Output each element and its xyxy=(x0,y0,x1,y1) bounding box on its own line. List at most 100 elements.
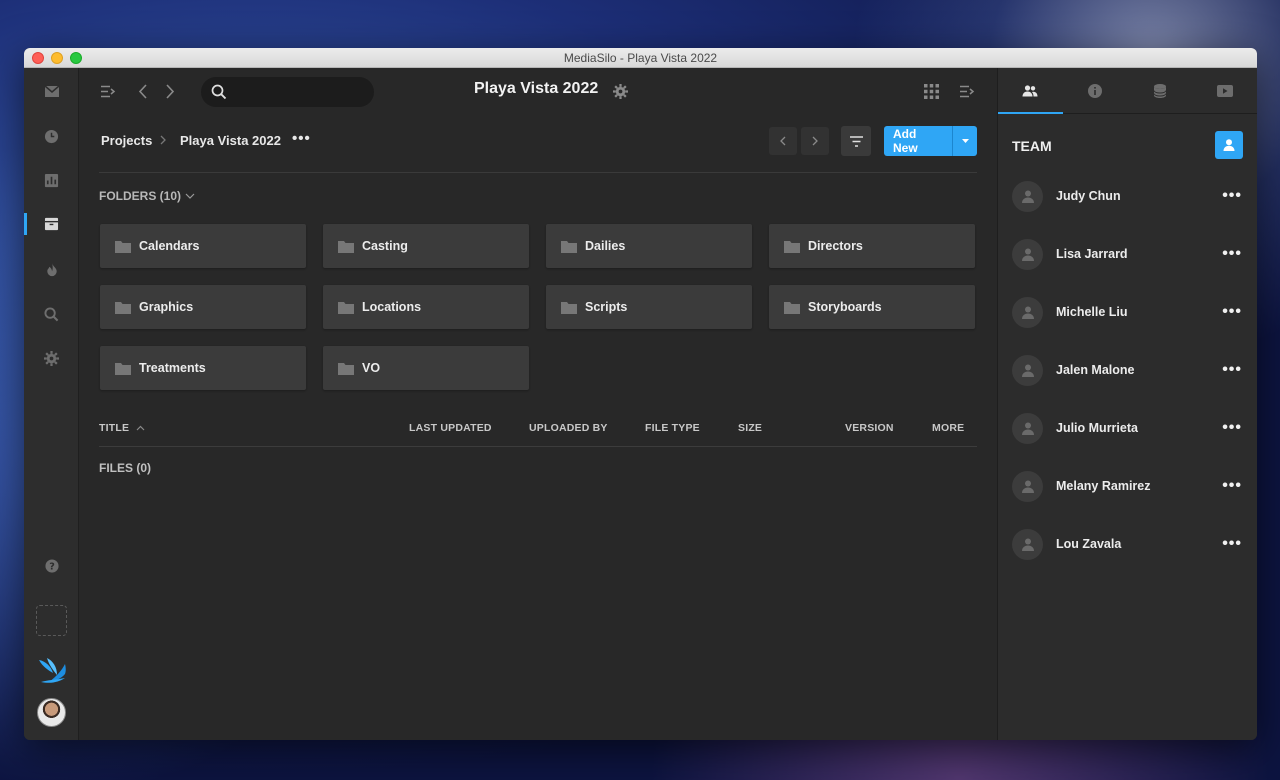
user-icon xyxy=(1021,364,1034,377)
info-icon xyxy=(1088,83,1103,98)
member-more-button[interactable]: ••• xyxy=(1222,477,1242,495)
add-team-member-button[interactable] xyxy=(1215,131,1243,159)
rail-trending[interactable] xyxy=(24,254,79,284)
chevron-right-icon xyxy=(160,135,166,145)
close-window-button[interactable] xyxy=(32,52,44,64)
member-more-button[interactable]: ••• xyxy=(1222,303,1242,321)
flame-icon xyxy=(46,262,57,276)
mail-icon xyxy=(44,84,59,97)
team-member[interactable]: Lou Zavala ••• xyxy=(1012,527,1242,561)
rail-settings[interactable] xyxy=(24,343,79,373)
folders-toggle[interactable]: FOLDERS (10) xyxy=(99,189,195,203)
project-more-button[interactable]: ••• xyxy=(292,130,311,147)
user-icon xyxy=(1021,538,1034,551)
folder-icon xyxy=(784,301,800,314)
database-icon xyxy=(1153,83,1166,98)
folder-tile[interactable]: VO xyxy=(323,346,529,390)
right-panel: TEAM Judy Chun ••• Lisa Jarrard ••• Mich… xyxy=(997,68,1257,740)
minimize-window-button[interactable] xyxy=(51,52,63,64)
collapse-left-icon xyxy=(101,85,116,97)
folder-tile[interactable]: Scripts xyxy=(546,285,752,329)
user-icon xyxy=(1021,480,1034,493)
column-size[interactable]: SIZE xyxy=(738,422,762,434)
mediasilo-logo-icon xyxy=(38,658,66,683)
filter-icon xyxy=(849,135,863,147)
team-title: TEAM xyxy=(1012,138,1052,154)
add-new-button[interactable]: Add New xyxy=(884,126,954,156)
folder-icon xyxy=(561,301,577,314)
member-name: Melany Ramirez xyxy=(1056,479,1151,493)
column-uploaded-by[interactable]: UPLOADED BY xyxy=(529,422,608,434)
team-member[interactable]: Julio Murrieta ••• xyxy=(1012,411,1242,445)
team-member[interactable]: Jalen Malone ••• xyxy=(1012,353,1242,387)
folder-tile[interactable]: Locations xyxy=(323,285,529,329)
gear-icon xyxy=(44,350,59,366)
add-new-split-button: Add New xyxy=(884,126,977,156)
member-more-button[interactable]: ••• xyxy=(1222,187,1242,205)
filter-button[interactable] xyxy=(841,126,871,156)
main-content: Playa Vista 2022 Projects Playa Vista 20… xyxy=(79,68,997,740)
rail-inbox[interactable] xyxy=(24,76,79,106)
column-file-type[interactable]: FILE TYPE xyxy=(645,422,700,434)
folder-name: VO xyxy=(362,361,381,375)
avatar xyxy=(1012,180,1043,212)
title-bar: MediaSilo - Playa Vista 2022 xyxy=(24,48,1257,68)
back-button[interactable] xyxy=(135,81,149,101)
people-icon xyxy=(1022,84,1038,96)
folder-name: Graphics xyxy=(139,300,194,314)
rail-analytics[interactable] xyxy=(24,165,79,195)
folder-tile[interactable]: Directors xyxy=(769,224,975,268)
collapse-right-icon xyxy=(960,85,975,97)
folder-tile[interactable]: Dailies xyxy=(546,224,752,268)
folder-icon xyxy=(784,240,800,253)
tab-media[interactable] xyxy=(1192,68,1257,113)
next-page-button[interactable] xyxy=(801,127,829,155)
grid-view-button[interactable] xyxy=(921,81,941,101)
help-icon: ? xyxy=(44,559,59,573)
rail-projects[interactable] xyxy=(24,209,79,239)
folder-icon xyxy=(338,240,354,253)
team-member[interactable]: Lisa Jarrard ••• xyxy=(1012,237,1242,271)
folder-tile[interactable]: Storyboards xyxy=(769,285,975,329)
user-avatar[interactable] xyxy=(37,698,66,727)
column-title[interactable]: TITLE xyxy=(99,422,145,434)
project-settings-button[interactable] xyxy=(610,81,630,101)
folder-tile[interactable]: Treatments xyxy=(100,346,306,390)
search-bar[interactable] xyxy=(201,77,374,107)
folder-name: Scripts xyxy=(585,300,628,314)
archive-box-icon xyxy=(44,217,59,231)
folder-tile[interactable]: Casting xyxy=(323,224,529,268)
tab-storage[interactable] xyxy=(1128,68,1193,113)
breadcrumb-projects[interactable]: Projects xyxy=(101,133,152,148)
add-workspace-slot[interactable] xyxy=(36,605,67,636)
team-member[interactable]: Judy Chun ••• xyxy=(1012,179,1242,213)
prev-page-button[interactable] xyxy=(769,127,797,155)
user-icon xyxy=(1021,422,1034,435)
chevron-right-icon xyxy=(812,136,818,146)
search-input[interactable] xyxy=(233,84,363,100)
maximize-window-button[interactable] xyxy=(70,52,82,64)
folder-tile[interactable]: Graphics xyxy=(100,285,306,329)
rail-help[interactable]: ? xyxy=(24,551,79,581)
add-new-dropdown[interactable] xyxy=(953,126,977,156)
column-version[interactable]: VERSION xyxy=(845,422,894,434)
rail-search[interactable] xyxy=(24,299,79,329)
tab-info[interactable] xyxy=(1063,68,1128,113)
column-last-updated[interactable]: LAST UPDATED xyxy=(409,422,492,434)
team-member[interactable]: Michelle Liu ••• xyxy=(1012,295,1242,329)
collapse-sidebar-button[interactable] xyxy=(99,82,117,100)
member-more-button[interactable]: ••• xyxy=(1222,361,1242,379)
member-more-button[interactable]: ••• xyxy=(1222,245,1242,263)
member-more-button[interactable]: ••• xyxy=(1222,419,1242,437)
toggle-panel-button[interactable] xyxy=(957,81,977,101)
tab-team[interactable] xyxy=(998,68,1063,114)
breadcrumb-current[interactable]: Playa Vista 2022 xyxy=(180,133,281,148)
forward-button[interactable] xyxy=(163,81,177,101)
folder-icon xyxy=(115,240,131,253)
team-member[interactable]: Melany Ramirez ••• xyxy=(1012,469,1242,503)
user-icon xyxy=(1021,248,1034,261)
rail-recent[interactable] xyxy=(24,121,79,151)
folder-tile[interactable]: Calendars xyxy=(100,224,306,268)
avatar xyxy=(1012,238,1043,270)
member-more-button[interactable]: ••• xyxy=(1222,535,1242,553)
